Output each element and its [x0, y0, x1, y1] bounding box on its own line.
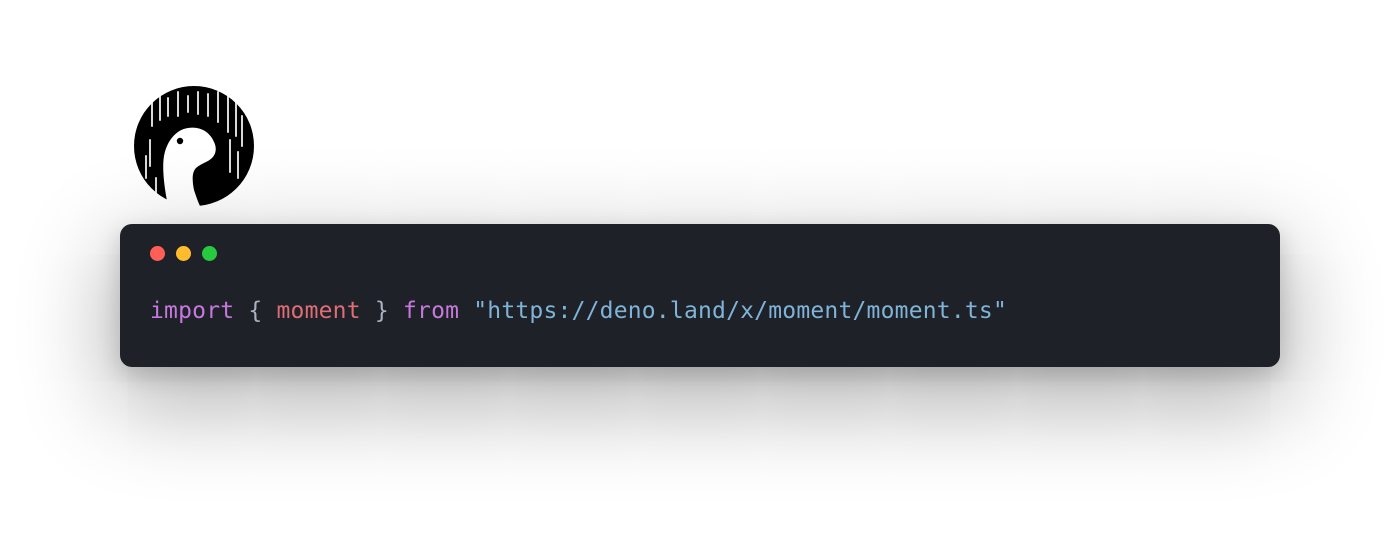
token-brace-open: { [248, 298, 262, 324]
token-string-literal: "https://deno.land/x/moment/moment.ts" [473, 298, 1007, 324]
token-brace-close: } [375, 298, 389, 324]
deno-logo-icon [134, 86, 254, 206]
window-close-icon[interactable] [150, 246, 165, 261]
window-minimize-icon[interactable] [176, 246, 191, 261]
code-line: import { moment } from "https://deno.lan… [150, 295, 1250, 327]
token-keyword-import: import [150, 298, 234, 324]
stage: import { moment } from "https://deno.lan… [0, 0, 1400, 560]
window-zoom-icon[interactable] [202, 246, 217, 261]
token-identifier: moment [276, 298, 360, 324]
window-traffic-lights [150, 246, 1250, 261]
code-window: import { moment } from "https://deno.lan… [120, 224, 1280, 367]
token-keyword-from: from [403, 298, 459, 324]
